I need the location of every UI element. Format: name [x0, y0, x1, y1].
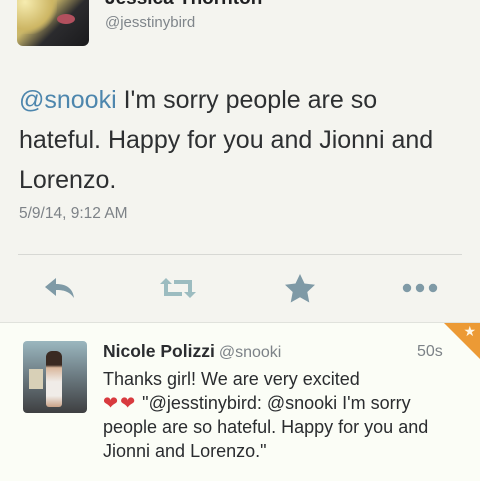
reply-text-line1: Thanks girl! We are very excited [103, 369, 360, 389]
avatar-lips [57, 14, 75, 24]
star-icon [285, 274, 315, 303]
reply-text: Thanks girl! We are very excited ❤❤ "@jes… [103, 367, 463, 463]
reply-button[interactable] [40, 270, 80, 306]
author-name[interactable]: Jessica Thornton [105, 0, 262, 10]
reply-author-handle: @snooki [218, 344, 282, 361]
main-tweet: Jessica Thornton @jesstinybird @snooki I… [0, 0, 480, 320]
author-handle[interactable]: @jesstinybird [105, 14, 195, 31]
avatar-hair [17, 0, 57, 34]
mention-link[interactable]: @snooki [19, 86, 117, 114]
tweet-text: @snooki I'm sorry people are so hateful.… [19, 80, 464, 200]
reply-tweet[interactable]: ★ Nicole Polizzi @snooki 50s Thanks girl!… [0, 322, 480, 481]
heart-emoji: ❤❤ [103, 393, 138, 413]
reply-author-name: Nicole Polizzi [103, 341, 215, 361]
reply-quote: "@jesstinybird: @snooki I'm sorry people… [103, 393, 429, 461]
reply-avatar[interactable] [23, 341, 87, 413]
reply-time: 50s [417, 343, 443, 360]
reply-icon [45, 278, 74, 298]
avatar-background-picture [29, 369, 43, 389]
more-button[interactable] [400, 270, 440, 306]
reply-author[interactable]: Nicole Polizzi @snooki [103, 341, 281, 362]
author-avatar[interactable] [17, 0, 89, 46]
favorite-button[interactable] [280, 270, 320, 306]
more-icon [402, 283, 438, 293]
tweet-actions [0, 270, 480, 306]
retweet-button[interactable] [158, 270, 198, 306]
star-icon: ★ [463, 323, 476, 339]
tweet-timestamp: 5/9/14, 9:12 AM [19, 205, 128, 222]
avatar-person [46, 351, 62, 407]
divider [18, 254, 462, 255]
retweet-icon [160, 278, 196, 298]
